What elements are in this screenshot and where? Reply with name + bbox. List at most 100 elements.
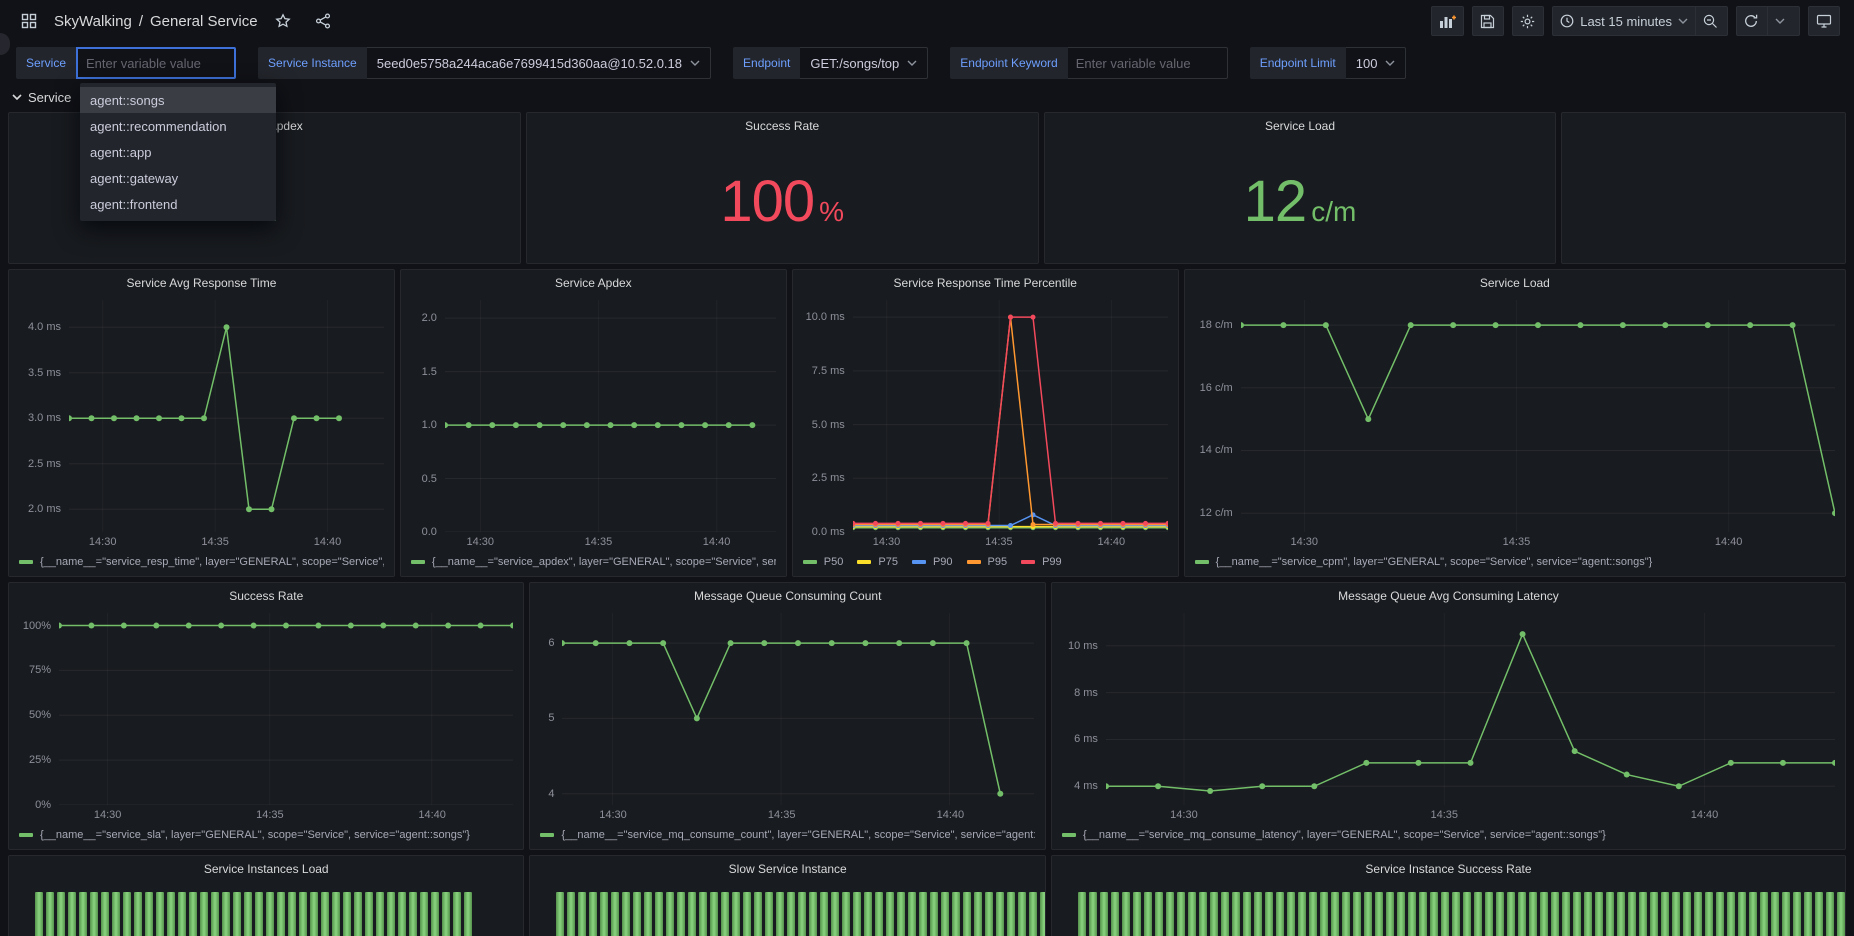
y-tick-label: 25% bbox=[29, 754, 51, 766]
legend-item[interactable]: {__name__="service_cpm", layer="GENERAL"… bbox=[1195, 556, 1653, 568]
legend-item[interactable]: {__name__="service_apdex", layer="GENERA… bbox=[411, 556, 776, 568]
bar-gauge[interactable] bbox=[9, 882, 523, 936]
legend-item[interactable]: {__name__="service_sla", layer="GENERAL"… bbox=[19, 829, 470, 841]
share-button[interactable] bbox=[308, 7, 338, 35]
endpoint-limit-select[interactable]: 100 bbox=[1346, 47, 1407, 79]
gauge-bar bbox=[1353, 892, 1361, 936]
plot-area[interactable] bbox=[1241, 300, 1835, 532]
legend-item[interactable]: P99 bbox=[1021, 556, 1062, 568]
chevron-down-icon bbox=[690, 60, 700, 66]
gauge-bar bbox=[442, 892, 450, 936]
row-section-label: Service bbox=[28, 90, 71, 105]
gauge-bar bbox=[1694, 892, 1702, 936]
legend-series-name: P95 bbox=[988, 556, 1008, 568]
legend: {__name__="service_sla", layer="GENERAL"… bbox=[13, 825, 513, 845]
legend-item[interactable]: P50 bbox=[803, 556, 844, 568]
legend-item[interactable]: {__name__="service_resp_time", layer="GE… bbox=[19, 556, 384, 568]
dashboard-settings-button[interactable] bbox=[1512, 6, 1544, 36]
zoom-out-time-button[interactable] bbox=[1696, 6, 1728, 36]
plot-area[interactable] bbox=[445, 300, 776, 532]
legend-item[interactable]: P75 bbox=[857, 556, 898, 568]
plot-area[interactable] bbox=[59, 613, 513, 805]
gauge-bar bbox=[743, 892, 751, 936]
panel-title[interactable]: Service Avg Response Time bbox=[9, 270, 394, 296]
y-tick-label: 50% bbox=[29, 709, 51, 721]
gauge-bar bbox=[1529, 892, 1537, 936]
dropdown-option[interactable]: agent::gateway bbox=[80, 165, 276, 191]
panel-title[interactable]: Success Rate bbox=[527, 113, 1038, 139]
gauge-bar bbox=[1331, 892, 1339, 936]
bar-gauge[interactable] bbox=[530, 882, 1044, 936]
plot-area[interactable] bbox=[562, 613, 1034, 805]
plot-area[interactable] bbox=[69, 300, 384, 532]
dashboard-title[interactable]: General Service bbox=[150, 13, 258, 30]
gauge-bar bbox=[809, 892, 817, 936]
bar-gauge[interactable] bbox=[1052, 882, 1845, 936]
gauge-bar bbox=[1661, 892, 1669, 936]
panel-title[interactable]: Service Apdex bbox=[401, 270, 786, 296]
gauge-bar bbox=[453, 892, 461, 936]
gauge-bar bbox=[798, 892, 806, 936]
panel-success-rate-chart: Success Rate 100%75%50%25%0% 14:3014:351… bbox=[8, 582, 524, 850]
star-button[interactable] bbox=[268, 7, 298, 35]
time-range-picker[interactable]: Last 15 minutes bbox=[1552, 6, 1696, 36]
gauge-bar bbox=[46, 892, 54, 936]
panel-title[interactable]: Service Instances Load bbox=[9, 856, 523, 882]
dropdown-option[interactable]: agent::recommendation bbox=[80, 113, 276, 139]
gauge-bar bbox=[376, 892, 384, 936]
legend-series-name: {__name__="service_sla", layer="GENERAL"… bbox=[40, 829, 470, 841]
kiosk-mode-button[interactable] bbox=[1808, 6, 1840, 36]
endpoint-select[interactable]: GET:/songs/top bbox=[800, 47, 928, 79]
panel-title[interactable]: Service Response Time Percentile bbox=[793, 270, 1178, 296]
legend-item[interactable]: P95 bbox=[967, 556, 1008, 568]
panel-title[interactable]: Success Rate bbox=[9, 583, 523, 609]
legend-item[interactable]: P90 bbox=[912, 556, 953, 568]
gauge-bar bbox=[1133, 892, 1141, 936]
panel-service-load-chart: Service Load 18 c/m16 c/m14 c/m12 c/m 14… bbox=[1184, 269, 1846, 577]
stat-value: 100% bbox=[720, 168, 844, 235]
service-variable-input[interactable] bbox=[76, 47, 236, 79]
chevron-down-icon bbox=[1385, 60, 1395, 66]
gauge-bar bbox=[68, 892, 76, 936]
gauge-bar bbox=[699, 892, 707, 936]
panel-title[interactable]: Message Queue Avg Consuming Latency bbox=[1052, 583, 1845, 609]
variable-endpoint: Endpoint GET:/songs/top bbox=[733, 47, 928, 79]
dropdown-option[interactable]: agent::app bbox=[80, 139, 276, 165]
gauge-bar bbox=[189, 892, 197, 936]
plot-area[interactable] bbox=[853, 300, 1168, 532]
dropdown-option[interactable]: agent::frontend bbox=[80, 191, 276, 217]
x-tick-label: 14:40 bbox=[418, 809, 446, 821]
panel-title[interactable]: Message Queue Consuming Count bbox=[530, 583, 1044, 609]
gauge-bar bbox=[1606, 892, 1614, 936]
row-toggle-service[interactable]: Service bbox=[0, 84, 1854, 110]
plot-area[interactable] bbox=[1106, 613, 1835, 805]
x-axis: 14:3014:3514:40 bbox=[853, 532, 1168, 552]
legend-item[interactable]: {__name__="service_mq_consume_count", la… bbox=[540, 829, 1034, 841]
panel-title[interactable]: Service Load bbox=[1185, 270, 1845, 296]
app-title[interactable]: SkyWalking bbox=[54, 13, 132, 30]
gauge-bar bbox=[464, 892, 472, 936]
gauge-bar bbox=[332, 892, 340, 936]
panel-service-avg-response-time: Service Avg Response Time 4.0 ms3.5 ms3.… bbox=[8, 269, 395, 577]
gauge-bar bbox=[930, 892, 938, 936]
gauge-bar bbox=[710, 892, 718, 936]
apps-menu-icon[interactable] bbox=[14, 7, 44, 35]
gauge-bar bbox=[1342, 892, 1350, 936]
gauge-bar bbox=[1507, 892, 1515, 936]
gauge-bar bbox=[996, 892, 1004, 936]
legend-item[interactable]: {__name__="service_mq_consume_latency", … bbox=[1062, 829, 1606, 841]
gauge-bar bbox=[178, 892, 186, 936]
panel-title[interactable]: Slow Service Instance bbox=[530, 856, 1044, 882]
save-dashboard-button[interactable] bbox=[1472, 6, 1504, 36]
panel-title[interactable]: Service Instance Success Rate bbox=[1052, 856, 1845, 882]
endpoint-keyword-input[interactable] bbox=[1068, 47, 1228, 79]
panel-service-load-stat: Service Load 12c/m bbox=[1044, 112, 1557, 264]
dropdown-option[interactable]: agent::songs bbox=[80, 87, 276, 113]
x-tick-label: 14:40 bbox=[937, 809, 965, 821]
refresh-button[interactable] bbox=[1736, 6, 1768, 36]
service-instance-select[interactable]: 5eed0e5758a244aca6e7699415d360aa@10.52.0… bbox=[367, 47, 711, 79]
add-panel-button[interactable] bbox=[1431, 6, 1464, 36]
refresh-interval-dropdown[interactable] bbox=[1768, 6, 1800, 36]
gauge-bar bbox=[288, 892, 296, 936]
panel-title[interactable]: Service Load bbox=[1045, 113, 1556, 139]
